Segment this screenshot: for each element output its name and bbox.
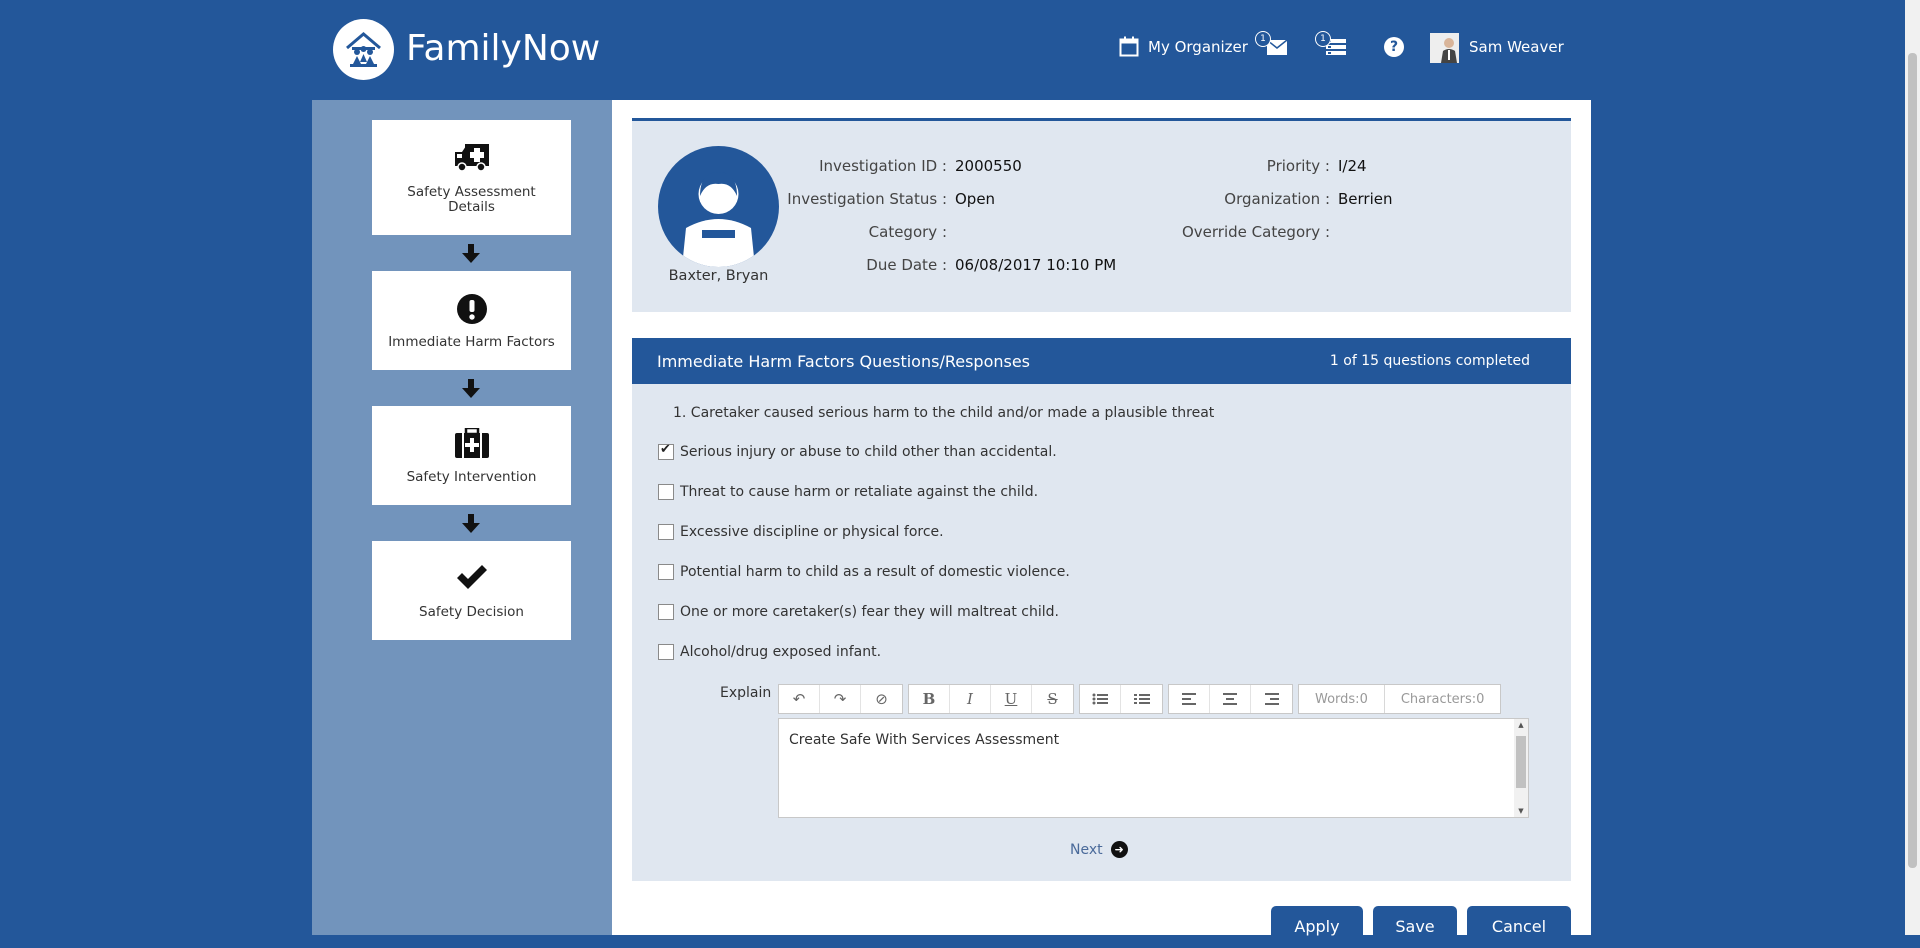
align-left-icon[interactable] (1169, 685, 1210, 713)
organization-label: Organization : (1224, 190, 1330, 208)
checkbox[interactable] (658, 524, 674, 540)
bold-icon[interactable]: B (909, 685, 950, 713)
exclamation-icon (456, 294, 487, 324)
cancel-button[interactable]: Cancel (1467, 906, 1571, 942)
bullet-list-icon[interactable] (1080, 685, 1121, 713)
organization-value: Berrien (1338, 190, 1393, 208)
checkbox[interactable] (658, 442, 674, 460)
investigation-status-label: Investigation Status : (787, 190, 947, 208)
explain-label: Explain (720, 685, 772, 701)
investigation-id-label: Investigation ID : (819, 157, 947, 175)
strikethrough-icon[interactable]: S (1032, 685, 1073, 713)
next-link[interactable]: Next ➜ (1070, 841, 1128, 858)
undo-icon[interactable]: ↶ (779, 685, 820, 713)
calendar-icon (1119, 36, 1139, 57)
next-label: Next (1070, 841, 1103, 858)
step-label: Immediate Harm Factors (388, 334, 555, 350)
editor-scrollbar[interactable]: ▲ ▼ (1514, 719, 1528, 817)
user-name[interactable]: Sam Weaver (1469, 38, 1564, 56)
step-label: Safety Assessment Details (407, 184, 536, 215)
checkbox[interactable] (658, 604, 674, 620)
step-immediate-harm-factors[interactable]: Immediate Harm Factors (372, 271, 571, 370)
page-scrollbar[interactable] (1905, 0, 1920, 935)
character-count: Characters:0 (1400, 691, 1485, 707)
person-avatar (658, 146, 779, 267)
align-center-icon[interactable] (1210, 685, 1251, 713)
checkmark-icon (456, 565, 487, 589)
questions-progress: 1 of 15 questions completed (1329, 353, 1530, 369)
option-label: Excessive discipline or physical force. (680, 524, 944, 540)
priority-label: Priority : (1266, 157, 1330, 175)
checkbox[interactable] (658, 564, 674, 580)
questions-title: Immediate Harm Factors Questions/Respons… (657, 352, 1031, 371)
messages-button[interactable]: 1 (1253, 31, 1289, 61)
arrow-down-icon (462, 514, 480, 533)
option-domestic-violence[interactable]: Potential harm to child as a result of d… (658, 564, 1070, 580)
editor-toolbar: ↶ ↷ ⊘ B I U S Words:0 Characters:0 (778, 684, 1506, 714)
step-label: Safety Intervention (406, 469, 537, 485)
help-icon[interactable]: ? (1384, 37, 1404, 57)
option-drug-exposed-infant[interactable]: Alcohol/drug exposed infant. (658, 644, 881, 660)
checkbox[interactable] (658, 644, 674, 660)
medical-kit-icon (454, 428, 489, 458)
investigation-status-value: Open (955, 190, 996, 208)
option-threat-to-harm[interactable]: Threat to cause harm or retaliate agains… (658, 484, 1038, 500)
user-avatar[interactable] (1430, 33, 1459, 63)
step-safety-decision[interactable]: Safety Decision (372, 541, 571, 640)
page-scroll-thumb[interactable] (1908, 53, 1917, 868)
option-label: Potential harm to child as a result of d… (680, 564, 1070, 580)
numbered-list-icon[interactable] (1121, 685, 1162, 713)
checkbox[interactable] (658, 484, 674, 500)
due-date-value: 06/08/2017 10:10 PM (955, 256, 1117, 274)
tasks-count-badge: 1 (1315, 31, 1331, 47)
explain-textarea[interactable]: Create Safe With Services Assessment ▲ ▼ (778, 718, 1529, 818)
explain-text: Create Safe With Services Assessment (789, 732, 1060, 748)
underline-icon[interactable]: U (991, 685, 1032, 713)
step-safety-assessment-details[interactable]: Safety Assessment Details (372, 120, 571, 235)
scroll-up-icon[interactable]: ▲ (1514, 721, 1528, 729)
app-name: FamilyNow (406, 28, 601, 69)
arrow-right-circle-icon: ➜ (1110, 841, 1128, 858)
messages-count-badge: 1 (1255, 31, 1271, 47)
arrow-down-icon (462, 244, 480, 263)
option-excessive-discipline[interactable]: Excessive discipline or physical force. (658, 524, 944, 540)
my-organizer-label: My Organizer (1148, 37, 1248, 56)
option-label: One or more caretaker(s) fear they will … (680, 604, 1059, 620)
apply-button[interactable]: Apply (1271, 906, 1363, 942)
my-organizer-link[interactable]: My Organizer (1119, 36, 1248, 57)
scroll-down-icon[interactable]: ▼ (1514, 807, 1528, 815)
questions-header: Immediate Harm Factors Questions/Respons… (632, 338, 1571, 384)
option-label: Threat to cause harm or retaliate agains… (680, 484, 1039, 500)
option-caretaker-fear[interactable]: One or more caretaker(s) fear they will … (658, 604, 1059, 620)
user-photo-icon (1430, 33, 1459, 63)
save-button[interactable]: Save (1373, 906, 1457, 942)
override-category-label: Override Category : (1181, 223, 1330, 241)
step-label: Safety Decision (419, 604, 524, 620)
house-family-icon (346, 32, 381, 67)
category-label: Category : (868, 223, 947, 241)
option-label: Alcohol/drug exposed infant. (680, 644, 882, 660)
align-right-icon[interactable] (1251, 685, 1292, 713)
scroll-thumb[interactable] (1516, 736, 1526, 788)
italic-icon[interactable]: I (950, 685, 991, 713)
person-name: Baxter, Bryan (668, 268, 769, 284)
word-count: Words:0 (1299, 685, 1385, 713)
option-serious-injury[interactable]: Serious injury or abuse to child other t… (658, 442, 1057, 460)
due-date-label: Due Date : (866, 256, 947, 274)
arrow-down-icon (462, 379, 480, 398)
investigation-id-value: 2000550 (955, 157, 1022, 175)
ambulance-icon (454, 144, 489, 172)
priority-value: I/24 (1338, 157, 1367, 175)
app-logo[interactable] (333, 19, 394, 80)
clear-format-icon[interactable]: ⊘ (861, 685, 902, 713)
question-text: 1. Caretaker caused serious harm to the … (673, 405, 1215, 421)
option-label: Serious injury or abuse to child other t… (680, 444, 1057, 460)
tasks-button[interactable]: 1 (1313, 31, 1349, 61)
redo-icon[interactable]: ↷ (820, 685, 861, 713)
person-silhouette-icon (682, 172, 755, 267)
step-safety-intervention[interactable]: Safety Intervention (372, 406, 571, 505)
